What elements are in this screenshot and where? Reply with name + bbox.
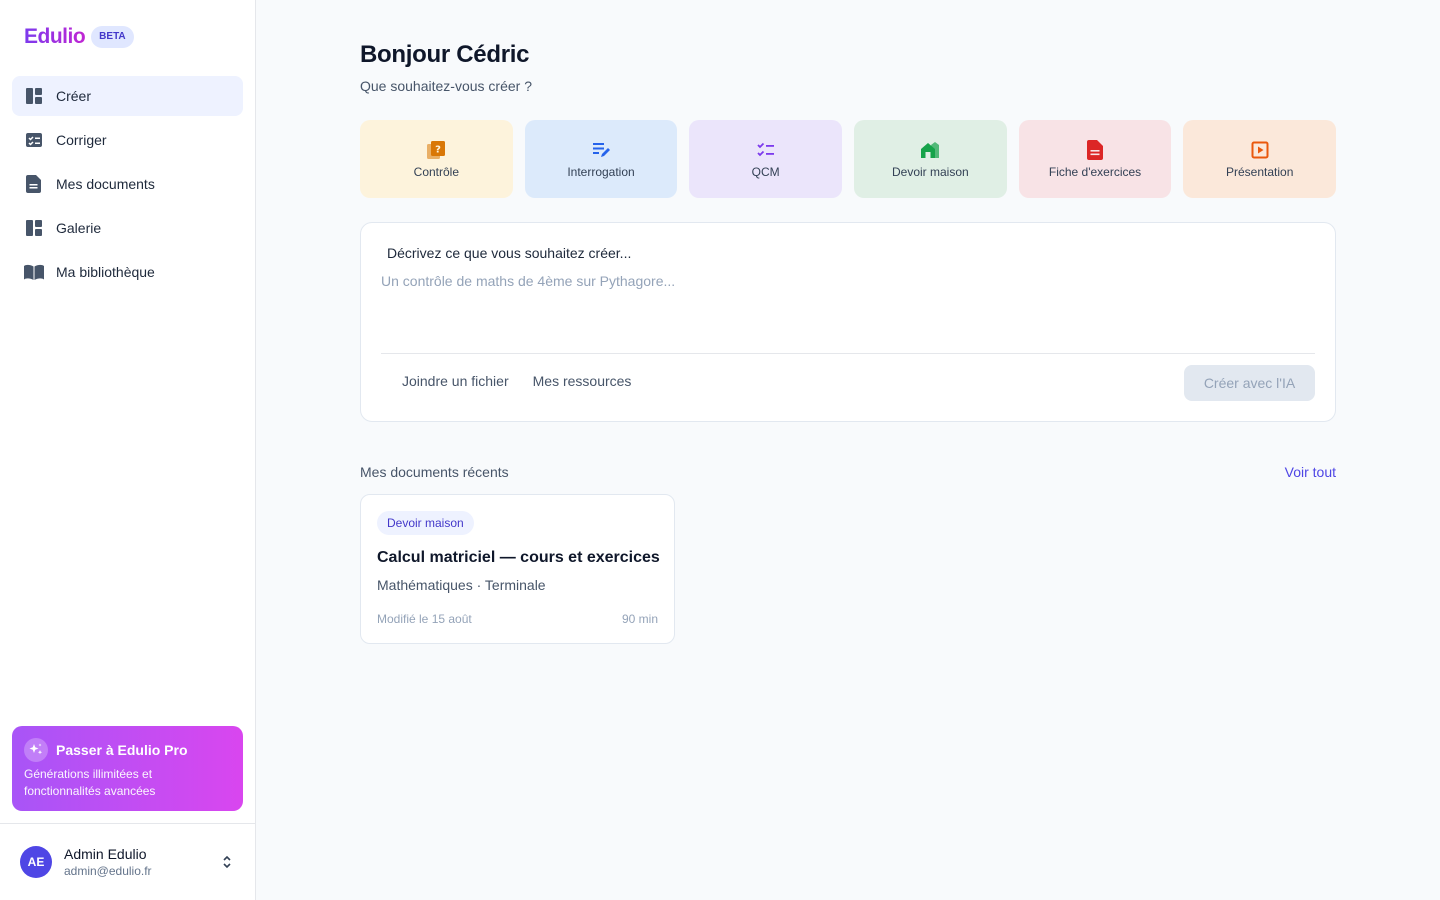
slideshow-icon xyxy=(1249,139,1271,161)
sidebar-item-label: Mes documents xyxy=(56,176,155,192)
document-type-badge: Devoir maison xyxy=(377,511,474,535)
page-title: Bonjour Cédric xyxy=(360,41,530,68)
divider xyxy=(381,353,1315,354)
recent-documents-title: Mes documents récents xyxy=(360,464,509,480)
sidebar-item-label: Galerie xyxy=(56,220,102,236)
prompt-label: Décrivez ce que vous souhaitez créer... xyxy=(387,245,632,261)
document-card[interactable]: Devoir maison Calcul matriciel — cours e… xyxy=(360,494,675,644)
type-card-fiche-exercices[interactable]: Fiche d'exercices xyxy=(1018,120,1172,198)
type-card-devoir-maison[interactable]: Devoir maison xyxy=(854,120,1007,198)
my-resources-button[interactable]: Mes ressources xyxy=(533,373,632,389)
document-subject: Mathématiques · Terminale xyxy=(377,577,546,593)
checklist-icon xyxy=(24,130,44,150)
attach-file-button[interactable]: Joindre un fichier xyxy=(402,373,509,389)
sparkles-icon xyxy=(24,738,48,762)
sidebar-item-mes-documents[interactable]: Mes documents xyxy=(12,164,243,204)
page-subtitle: Que souhaitez-vous créer ? xyxy=(360,78,532,94)
house-icon xyxy=(919,139,941,161)
document-type-grid: ? Contrôle Interrogation QCM Devoir mais… xyxy=(360,120,1337,198)
type-card-controle[interactable]: ? Contrôle xyxy=(360,120,513,198)
type-label: Présentation xyxy=(1226,165,1294,179)
type-label: Fiche d'exercices xyxy=(1048,165,1142,179)
type-label: Contrôle xyxy=(413,165,460,179)
create-with-ai-button[interactable]: Créer avec l'IA xyxy=(1184,365,1315,401)
document-icon xyxy=(24,174,44,194)
library-icon xyxy=(24,262,44,282)
type-label: Interrogation xyxy=(567,165,635,179)
user-email: admin@edulio.fr xyxy=(64,864,152,878)
gallery-icon xyxy=(24,218,44,238)
user-menu[interactable]: AE Admin Edulio admin@edulio.fr xyxy=(0,823,255,900)
brand[interactable]: Edulio BETA xyxy=(24,25,134,49)
type-card-presentation[interactable]: Présentation xyxy=(1183,120,1337,198)
see-all-link[interactable]: Voir tout xyxy=(1285,464,1336,480)
document-duration: 90 min xyxy=(621,612,658,626)
type-card-qcm[interactable]: QCM xyxy=(689,120,843,198)
sidebar-nav: Créer Corriger Mes documents Galerie Ma … xyxy=(12,76,243,296)
sidebar-item-ma-bibliotheque[interactable]: Ma bibliothèque xyxy=(12,252,243,292)
sidebar-item-label: Ma bibliothèque xyxy=(56,264,155,280)
type-label: Devoir maison xyxy=(892,165,969,179)
my-resources-label: Mes ressources xyxy=(532,373,632,389)
quiz-icon: ? xyxy=(425,139,447,161)
svg-text:?: ? xyxy=(435,145,441,156)
document-modified-date: Modifié le 15 août xyxy=(377,612,472,626)
sidebar-item-corriger[interactable]: Corriger xyxy=(12,120,243,160)
prompt-input[interactable] xyxy=(381,273,1315,343)
beta-badge: BETA xyxy=(91,26,134,48)
promo-title: Passer à Edulio Pro xyxy=(56,742,188,758)
sidebar-item-galerie[interactable]: Galerie xyxy=(12,208,243,248)
sidebar-item-creer[interactable]: Créer xyxy=(12,76,243,116)
chevron-up-down-icon[interactable] xyxy=(221,854,233,870)
type-card-interrogation[interactable]: Interrogation xyxy=(524,120,678,198)
sidebar-item-label: Créer xyxy=(56,88,92,104)
edit-note-icon xyxy=(590,139,612,161)
sidebar-item-label: Corriger xyxy=(56,132,107,148)
avatar: AE xyxy=(20,846,52,878)
document-title: Calcul matriciel — cours et exercices xyxy=(377,549,660,566)
promo-description: Générations illimitées et fonctionnalité… xyxy=(24,767,156,798)
document-icon xyxy=(1084,139,1106,161)
checklist-icon xyxy=(755,139,777,161)
dashboard-icon xyxy=(24,86,44,106)
ai-prompt-card: Décrivez ce que vous souhaitez créer... … xyxy=(360,222,1336,422)
type-label: QCM xyxy=(751,165,780,179)
sidebar: Edulio BETA Créer Corriger Mes documents xyxy=(0,0,256,900)
brand-logo: Edulio xyxy=(24,25,86,48)
upgrade-pro-banner[interactable]: Passer à Edulio Pro Générations illimité… xyxy=(12,726,243,811)
user-name: Admin Edulio xyxy=(64,846,147,862)
